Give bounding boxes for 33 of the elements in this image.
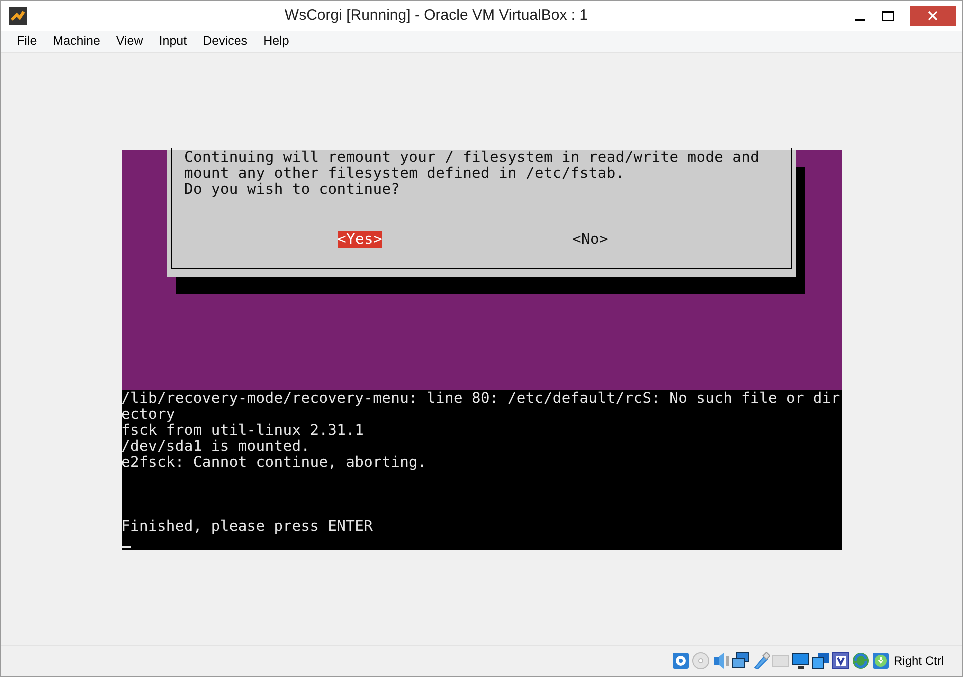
terminal-line: Finished, please press ENTER <box>122 519 374 535</box>
window-title: WsCorgi [Running] - Oracle VM VirtualBox : 1 <box>284 6 590 26</box>
menu-item[interactable]: View <box>108 32 152 51</box>
two-monitors-icon[interactable] <box>732 652 750 670</box>
dialog-text-line: Do you wish to continue? <box>184 182 402 198</box>
terminal-line: fsck from util-linux 2.31.1 <box>122 423 366 439</box>
menu-item[interactable]: Input <box>151 32 196 51</box>
close-button[interactable] <box>910 6 956 26</box>
maximize-icon <box>882 11 894 21</box>
text-cursor <box>122 546 130 548</box>
menu-item[interactable]: Help <box>256 32 298 51</box>
globe-arrows-icon[interactable] <box>852 652 870 670</box>
host-key-label: Right Ctrl <box>894 653 944 670</box>
dialog-text-line: mount any other filesystem defined in /etc/fstab. <box>184 166 626 182</box>
close-icon <box>928 11 938 21</box>
menu-item[interactable]: Machine <box>45 32 108 51</box>
dialog-option-button[interactable]: <Yes> <box>338 231 382 248</box>
usb-plug-icon[interactable] <box>752 652 770 670</box>
terminal-line: ectory <box>122 407 176 423</box>
terminal-line: /lib/recovery-mode/recovery-menu: line 80: /etc/default/rcS: No such file or dir <box>122 391 842 407</box>
menu-item[interactable]: Devices <box>195 32 256 51</box>
stacked-windows-icon[interactable] <box>812 652 830 670</box>
monitor-icon[interactable] <box>792 652 810 670</box>
down-arrow-icon[interactable] <box>872 652 890 670</box>
terminal-line: /dev/sda1 is mounted. <box>122 439 312 455</box>
speaker-icon[interactable] <box>712 652 730 670</box>
menu-item[interactable]: File <box>9 32 46 51</box>
minimize-icon <box>855 19 865 21</box>
v-chip-icon[interactable] <box>832 652 850 670</box>
app-logo-icon <box>9 7 27 25</box>
terminal-line: e2fsck: Cannot continue, aborting. <box>122 455 428 471</box>
dialog-option-button[interactable]: <No> <box>572 231 608 248</box>
dialog-text-line: Continuing will remount your / filesystem in read/write mode and <box>184 150 760 166</box>
